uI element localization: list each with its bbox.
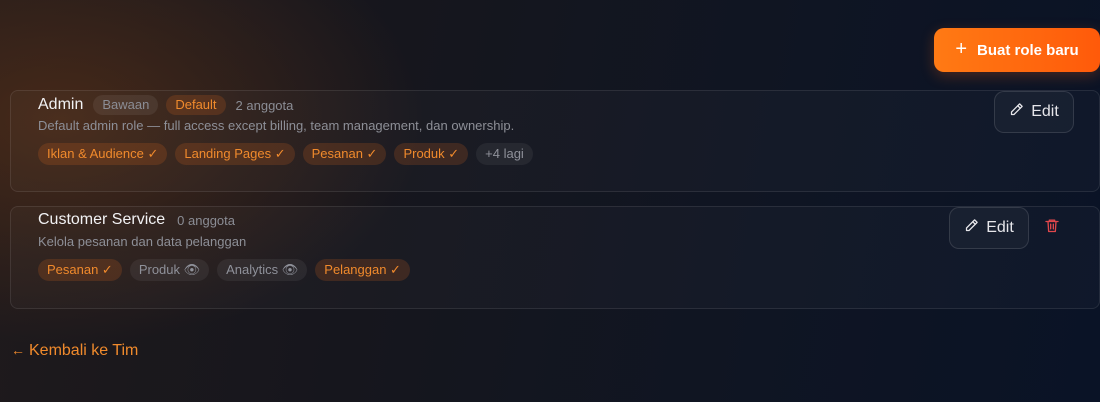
create-role-label: Buat role baru <box>977 41 1079 59</box>
more-permissions-tag[interactable]: +4 lagi <box>476 143 533 165</box>
arrow-left-icon: ← <box>11 342 25 358</box>
builtin-badge: Bawaan <box>93 95 159 115</box>
permission-list: Iklan & Audience ✓ Landing Pages ✓ Pesan… <box>38 143 533 165</box>
edit-role-button[interactable]: Edit <box>949 207 1029 249</box>
role-description: Kelola pesanan dan data pelanggan <box>38 234 247 249</box>
role-description: Default admin role — full access except … <box>38 118 515 133</box>
back-link-label: Kembali ke Tim <box>29 342 139 359</box>
back-to-team-link[interactable]: ← Kembali ke Tim <box>11 342 138 360</box>
trash-icon <box>1044 217 1060 239</box>
role-name: Customer Service <box>38 211 166 228</box>
plus-icon: + <box>955 38 967 60</box>
edit-label: Edit <box>986 219 1014 236</box>
delete-role-button[interactable] <box>1042 218 1062 238</box>
permission-tag: Landing Pages ✓ <box>175 143 295 165</box>
edit-role-button[interactable]: Edit <box>994 91 1074 133</box>
permission-tag: Pelanggan ✓ <box>315 259 410 281</box>
role-header: Admin Bawaan Default 2 anggota <box>38 95 293 115</box>
member-count: 2 anggota <box>235 97 294 113</box>
role-header: Customer Service 0 anggota <box>38 211 235 229</box>
member-count: 0 anggota <box>177 212 235 228</box>
permission-tag: Produk 👁 <box>129 259 210 281</box>
permission-tag: Pesanan ✓ <box>302 143 387 165</box>
create-role-button[interactable]: + Buat role baru <box>934 28 1100 72</box>
permission-tag: Analytics 👁 <box>217 259 308 281</box>
role-card-customer-service: Customer Service 0 anggota Kelola pesana… <box>10 206 1100 309</box>
role-name: Admin <box>38 96 84 113</box>
permission-tag: Pesanan ✓ <box>38 259 122 281</box>
default-badge: Default <box>166 95 226 115</box>
role-card-admin: Admin Bawaan Default 2 anggota Default a… <box>10 90 1100 192</box>
pencil-icon <box>1009 102 1024 122</box>
edit-label: Edit <box>1031 103 1059 120</box>
permission-tag: Iklan & Audience ✓ <box>38 143 168 165</box>
pencil-icon <box>964 218 979 238</box>
permission-tag: Produk ✓ <box>394 143 469 165</box>
permission-list: Pesanan ✓ Produk 👁 Analytics 👁 Pelanggan… <box>38 259 410 281</box>
